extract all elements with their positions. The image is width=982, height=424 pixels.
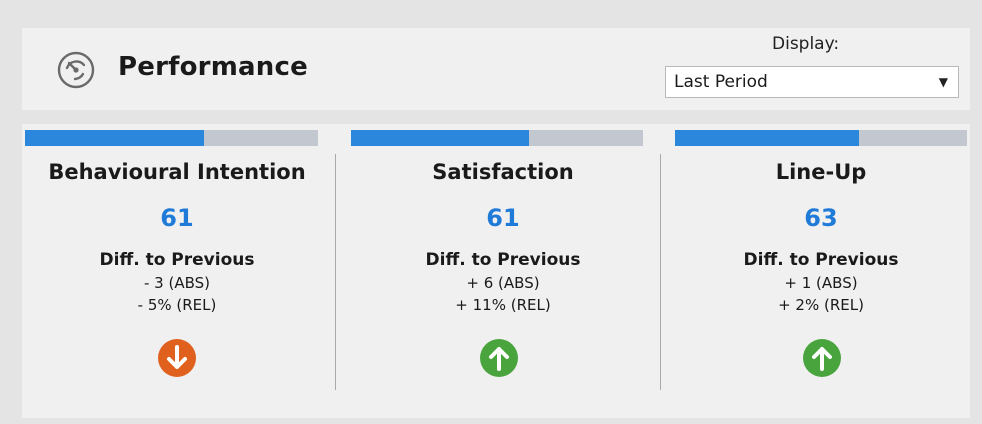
display-select[interactable]: Last Period ▼ [665, 66, 959, 98]
card-score: 63 [804, 204, 838, 232]
score-bar [25, 130, 318, 146]
arrow-up-circle-icon [480, 339, 518, 377]
diff-rel: + 11% (REL) [455, 296, 551, 314]
diff-title: Diff. to Previous [99, 250, 255, 270]
kpi-card-behavioural-intention: Behavioural Intention 61 Diff. to Previo… [22, 124, 332, 418]
card-title: Satisfaction [432, 160, 574, 184]
diff-title: Diff. to Previous [425, 250, 581, 270]
diff-abs: - 3 (ABS) [143, 274, 210, 292]
kpi-card-satisfaction: Satisfaction 61 Diff. to Previous + 6 (A… [348, 124, 658, 418]
speedometer-icon [57, 51, 95, 89]
score-bar-fill [675, 130, 859, 146]
score-bar-fill [25, 130, 204, 146]
diff-abs: + 1 (ABS) [784, 274, 858, 292]
diff-title: Diff. to Previous [743, 250, 899, 270]
card-score: 61 [160, 204, 194, 232]
card-divider [335, 154, 336, 390]
score-bar-fill [351, 130, 530, 146]
display-select-value: Last Period [674, 72, 768, 92]
kpi-panel: Behavioural Intention 61 Diff. to Previo… [22, 124, 970, 418]
card-title: Behavioural Intention [48, 160, 306, 184]
display-label: Display: [772, 34, 840, 54]
score-bar [351, 130, 643, 146]
diff-rel: - 5% (REL) [137, 296, 217, 314]
page-title: Performance [118, 52, 308, 82]
diff-rel: + 2% (REL) [778, 296, 864, 314]
diff-abs: + 6 (ABS) [466, 274, 540, 292]
card-divider [660, 154, 661, 390]
performance-header: Performance Display: Last Period ▼ [22, 28, 970, 110]
card-title: Line-Up [775, 160, 867, 184]
arrow-up-circle-icon [803, 339, 841, 377]
card-score: 61 [486, 204, 520, 232]
arrow-down-circle-icon [158, 339, 196, 377]
score-bar [675, 130, 967, 146]
chevron-down-icon: ▼ [938, 75, 948, 89]
kpi-card-line-up: Line-Up 63 Diff. to Previous + 1 (ABS) +… [672, 124, 970, 418]
